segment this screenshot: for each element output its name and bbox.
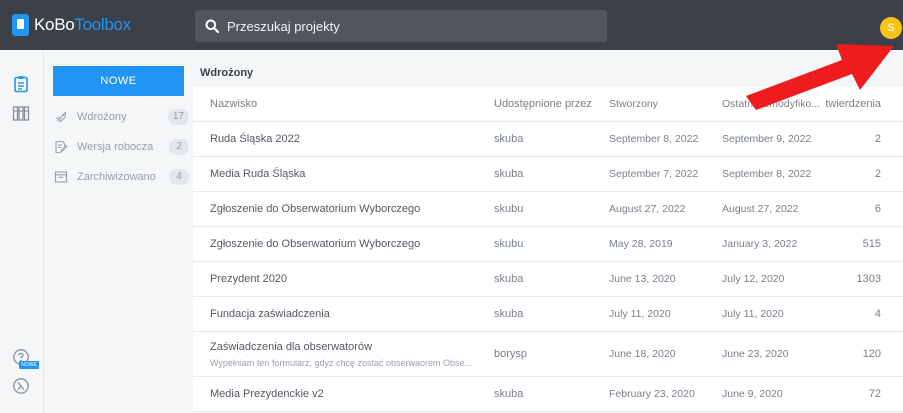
project-modified: July 11, 2020 <box>722 308 784 320</box>
project-modified: August 27, 2022 <box>722 203 799 215</box>
table-row[interactable]: Zaświadczenia dla obserwatorów Wypełniam… <box>193 332 903 377</box>
project-submissions: 2 <box>874 168 881 180</box>
project-submissions: 4 <box>874 308 881 320</box>
icon-rail: NOWE <box>0 50 44 413</box>
archive-icon <box>54 171 68 183</box>
account-avatar[interactable]: S <box>880 17 902 39</box>
kobotoolbox-logo[interactable]: KoBo Toolbox <box>12 12 131 38</box>
project-created: August 27, 2022 <box>609 203 686 215</box>
sidebar-item-label: Wersja robocza <box>77 141 154 153</box>
sidebar-item-label: Zarchiwizowano <box>77 171 156 183</box>
projects-main: Wdrożony Nazwisko Udostępnione przez Stw… <box>193 50 903 413</box>
project-name: Media Prezydenckie v2 <box>210 388 324 400</box>
project-submissions: 515 <box>862 238 881 250</box>
sidebar-item-draft[interactable]: Wersja robocza 2 <box>54 137 189 157</box>
projects-sidebar: NOWE Wdrożony 17 Wersja robocza 2 Zarchi… <box>44 50 193 413</box>
project-modified: June 23, 2020 <box>722 348 789 360</box>
project-modified: January 3, 2022 <box>722 238 798 250</box>
sidebar-item-archived[interactable]: Zarchiwizowano 4 <box>54 167 189 187</box>
column-header-modified[interactable]: Ostatnio zmodyfiko... <box>722 87 824 121</box>
project-description: Wypełniam ten formularz, gdyż chcę zosta… <box>210 357 473 368</box>
kobo-logo-icon <box>12 14 29 36</box>
project-owner: borysp <box>494 348 528 360</box>
project-created: July 11, 2020 <box>609 308 671 320</box>
project-owner: skuba <box>494 168 524 180</box>
project-created: September 7, 2022 <box>609 168 699 180</box>
project-created: February 23, 2020 <box>609 388 695 400</box>
top-bar: KoBoToolbox S <box>0 0 903 50</box>
table-row[interactable]: Zgłoszenie do Obserwatorium Wyborczego s… <box>193 227 903 262</box>
column-header-created[interactable]: Stworzony <box>609 87 719 121</box>
project-owner: skuba <box>494 388 524 400</box>
draft-icon <box>55 140 68 154</box>
project-submissions: 120 <box>862 348 881 360</box>
forms-icon[interactable] <box>12 75 30 93</box>
project-modified: June 9, 2020 <box>722 388 783 400</box>
column-header-name[interactable]: Nazwisko <box>210 87 490 121</box>
project-submissions: 6 <box>874 203 881 215</box>
table-row[interactable]: Media Ruda Śląska skuba September 7, 202… <box>193 157 903 192</box>
project-submissions: 72 <box>868 388 881 400</box>
sidebar-item-deployed[interactable]: Wdrożony 17 <box>54 107 189 127</box>
project-owner: skubu <box>494 203 524 215</box>
table-row[interactable]: Prezydent 2020 skuba June 13, 2020 July … <box>193 262 903 297</box>
project-created: June 13, 2020 <box>609 273 676 285</box>
project-name: Fundacja zaświadczenia <box>210 308 330 320</box>
project-name: Zgłoszenie do Obserwatorium Wyborczego <box>210 238 421 250</box>
section-title: Wdrożony <box>200 67 254 79</box>
column-header-owner[interactable]: Udostępnione przez <box>494 87 604 121</box>
new-project-button[interactable]: NOWE <box>53 66 184 96</box>
search-bar[interactable] <box>195 10 607 42</box>
project-modified: September 9, 2022 <box>722 133 812 145</box>
project-owner: skuba <box>494 133 524 145</box>
search-icon <box>205 19 219 33</box>
project-submissions: 2 <box>874 133 881 145</box>
project-modified: July 12, 2020 <box>722 273 785 285</box>
table-row[interactable]: Fundacja zaświadczenia skuba July 11, 20… <box>193 297 903 332</box>
project-owner: skuba <box>494 273 524 285</box>
project-created: September 8, 2022 <box>609 133 699 145</box>
sidebar-item-label: Wdrożony <box>77 111 127 123</box>
logo-text-toolbox: Toolbox <box>74 15 131 34</box>
project-name-cell: Zaświadczenia dla obserwatorów Wypełniam… <box>210 332 500 376</box>
table-row[interactable]: Ruda Śląska 2022 skuba September 8, 2022… <box>193 122 903 157</box>
project-name: Ruda Śląska 2022 <box>210 133 300 145</box>
table-row[interactable]: Zgłoszenie do Obserwatorium Wyborczego s… <box>193 192 903 227</box>
project-created: May 28, 2019 <box>609 238 673 250</box>
project-submissions: 1303 <box>856 273 881 285</box>
count-badge: 17 <box>167 109 189 125</box>
new-feature-badge: NOWE <box>19 361 39 369</box>
table-header-row: Nazwisko Udostępnione przez Stworzony Os… <box>193 87 903 122</box>
table-row[interactable]: Media Prezydenckie v2 skuba February 23,… <box>193 377 903 412</box>
project-name: Zaświadczenia dla obserwatorów <box>210 340 373 353</box>
project-name: Prezydent 2020 <box>210 273 288 285</box>
projects-table: Nazwisko Udostępnione przez Stworzony Os… <box>193 87 903 412</box>
project-name: Zgłoszenie do Obserwatorium Wyborczego <box>210 203 421 215</box>
count-badge: 4 <box>169 169 189 185</box>
project-modified: September 8, 2022 <box>722 168 812 180</box>
project-name: Media Ruda Śląska <box>210 168 306 180</box>
column-header-submissions[interactable]: Zatwierdzenia <box>826 87 881 121</box>
library-icon[interactable] <box>12 104 30 122</box>
project-owner: skuba <box>494 308 524 320</box>
search-input[interactable] <box>227 18 587 34</box>
count-badge: 2 <box>169 139 189 155</box>
project-created: June 18, 2020 <box>609 348 676 360</box>
rocket-icon <box>56 111 67 123</box>
logo-text-kobo: KoBo <box>34 15 75 34</box>
project-owner: skubu <box>494 238 524 250</box>
support-icon[interactable] <box>12 377 30 395</box>
